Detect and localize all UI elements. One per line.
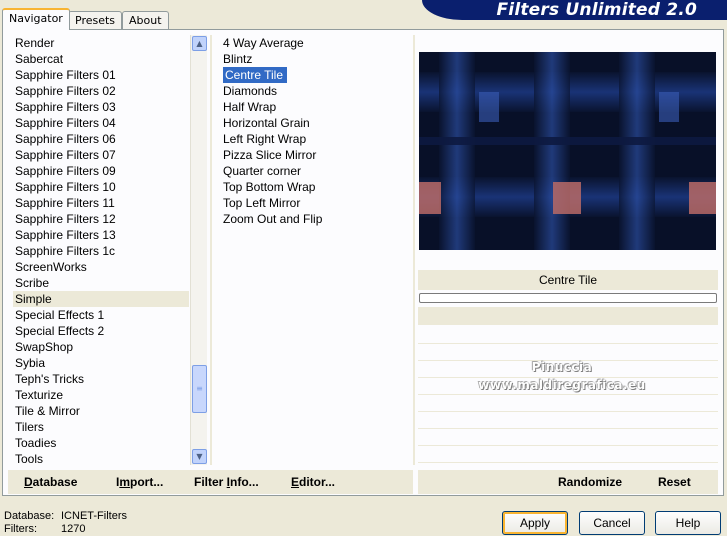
filter-item[interactable]: Top Left Mirror [221,195,411,211]
watermark: Pinuccia www.maldiregrafica.eu [462,358,662,394]
category-item[interactable]: Sapphire Filters 11 [13,195,189,211]
import-button[interactable]: Import... [116,474,163,490]
reset-button[interactable]: Reset [658,474,691,490]
filter-item[interactable]: Horizontal Grain [221,115,411,131]
randomize-button[interactable]: Randomize [558,474,622,490]
watermark-line-2: www.maldiregrafica.eu [478,378,646,392]
filter-info-button[interactable]: Filter Info... [194,474,259,490]
category-item[interactable]: Sapphire Filters 1c [13,243,189,259]
filter-item-label: 4 Way Average [223,36,304,50]
filter-item[interactable]: Half Wrap [221,99,411,115]
parameter-area [418,327,718,463]
scroll-down-button[interactable]: ▼ [192,449,207,464]
category-item[interactable]: Texturize [13,387,189,403]
right-toolbar: Randomize Reset [418,470,718,494]
category-item[interactable]: ScreenWorks [13,259,189,275]
filter-item[interactable]: Centre Tile [221,67,411,83]
scroll-up-button[interactable]: ▲ [192,36,207,51]
category-item[interactable]: Sapphire Filters 01 [13,67,189,83]
status-info: Database: ICNET-Filters Filters: 1270 [4,510,127,536]
progress-bar [419,293,717,303]
filter-item[interactable]: Diamonds [221,83,411,99]
editor-button[interactable]: Editor... [291,474,335,490]
category-item[interactable]: Special Effects 1 [13,307,189,323]
help-button[interactable]: Help [655,511,721,535]
category-item[interactable]: Sapphire Filters 09 [13,163,189,179]
category-item[interactable]: Teph's Tricks [13,371,189,387]
filter-item[interactable]: 4 Way Average [221,35,411,51]
preview-filter-name: Centre Tile [418,270,718,290]
filter-item-label: Horizontal Grain [223,116,310,130]
filter-item-label: Quarter corner [223,164,302,178]
database-value: ICNET-Filters [61,510,127,522]
filter-item-label: Centre Tile [223,67,288,83]
preview-image [419,52,716,250]
category-item[interactable]: Sybia [13,355,189,371]
scroll-thumb[interactable]: ≡ [192,365,207,413]
category-item[interactable]: Simple [13,291,189,307]
filter-item[interactable]: Quarter corner [221,163,411,179]
filter-item-label: Pizza Slice Mirror [223,148,317,162]
category-item[interactable]: Sapphire Filters 12 [13,211,189,227]
filter-item-label: Left Right Wrap [223,132,307,146]
watermark-line-1: Pinuccia [531,360,593,374]
filter-item-label: Diamonds [223,84,278,98]
left-toolbar: Database Import... Filter Info... Editor… [8,470,413,494]
filter-list[interactable]: 4 Way Average Blintz Centre Tile Diamonds Ha… [221,35,411,235]
filter-item[interactable]: Zoom Out and Flip [221,211,411,227]
database-label: Database: [4,510,55,522]
category-item[interactable]: Sapphire Filters 10 [13,179,189,195]
filter-item-label: Top Bottom Wrap [223,180,316,194]
category-item[interactable]: Sabercat [13,51,189,67]
preview-divider [413,35,415,465]
filter-item[interactable]: Top Bottom Wrap [221,179,411,195]
category-item[interactable]: Render [13,35,189,51]
filters-count: 1270 [61,523,86,535]
parameter-header [418,307,718,325]
category-item[interactable]: Sapphire Filters 04 [13,115,189,131]
cancel-button[interactable]: Cancel [579,511,645,535]
filter-item-label: Half Wrap [223,100,277,114]
navigator-panel: Render Sabercat Sapphire Filters 01 Sapphir… [2,29,724,496]
filter-item-label: Zoom Out and Flip [223,212,323,226]
tab-about[interactable]: About [122,11,169,30]
category-item[interactable]: Tools [13,451,189,467]
filter-item[interactable]: Blintz [221,51,411,67]
category-item[interactable]: Tilers [13,419,189,435]
filter-item-label: Top Left Mirror [223,196,301,210]
filter-item[interactable]: Pizza Slice Mirror [221,147,411,163]
app-title: Filters Unlimited 2.0 [496,0,697,20]
category-item[interactable]: Sapphire Filters 13 [13,227,189,243]
category-item[interactable]: Toadies [13,435,189,451]
category-item[interactable]: SwapShop [13,339,189,355]
category-scrollbar[interactable]: ▲ ≡ ▼ [190,35,207,465]
filter-item[interactable]: Left Right Wrap [221,131,411,147]
category-item[interactable]: Sapphire Filters 03 [13,99,189,115]
category-item[interactable]: Sapphire Filters 02 [13,83,189,99]
tab-presets[interactable]: Presets [68,11,123,30]
filters-label: Filters: [4,523,37,535]
tab-navigator[interactable]: Navigator [2,8,70,30]
category-item[interactable]: Tile & Mirror [13,403,189,419]
database-button[interactable]: Database [24,474,77,490]
apply-button[interactable]: Apply [502,511,568,535]
category-item[interactable]: Special Effects 2 [13,323,189,339]
category-item[interactable]: Sapphire Filters 07 [13,147,189,163]
category-item[interactable]: Scribe [13,275,189,291]
category-list[interactable]: Render Sabercat Sapphire Filters 01 Sapphir… [13,35,189,467]
category-item[interactable]: Sapphire Filters 06 [13,131,189,147]
filter-item-label: Blintz [223,52,253,66]
list-divider [210,35,212,465]
app-title-banner: Filters Unlimited 2.0 [422,0,727,20]
